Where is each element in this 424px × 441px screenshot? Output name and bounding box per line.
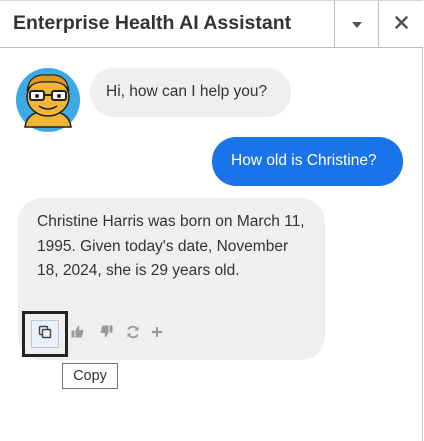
thumbs-up-button[interactable] — [69, 325, 85, 343]
assistant-message: Hi, how can I help you? — [90, 68, 291, 117]
panel-title: Enterprise Health AI Assistant — [13, 12, 292, 34]
copy-tooltip: Copy — [62, 363, 118, 389]
message-actions — [22, 311, 165, 357]
add-button[interactable] — [149, 326, 165, 342]
regenerate-button[interactable] — [125, 325, 141, 344]
refresh-icon — [126, 325, 140, 344]
assistant-panel: Enterprise Health AI Assistant Hi, how c… — [0, 0, 423, 441]
thumbs-up-icon — [71, 325, 84, 343]
thumbs-down-button[interactable] — [98, 325, 114, 343]
copy-button-focus — [31, 320, 59, 348]
close-button[interactable] — [378, 1, 423, 48]
dropdown-button[interactable] — [334, 1, 378, 48]
panel-header: Enterprise Health AI Assistant — [0, 0, 423, 48]
assistant-message-text: Christine Harris was born on March 11, 1… — [37, 213, 305, 279]
caret-down-icon — [351, 16, 363, 34]
plus-icon — [151, 325, 163, 343]
assistant-avatar — [15, 67, 81, 133]
copy-button[interactable] — [22, 311, 68, 357]
user-message: How old is Christine? — [212, 137, 403, 186]
close-icon — [394, 15, 408, 34]
copy-icon — [38, 325, 52, 344]
thumbs-down-icon — [100, 325, 113, 343]
